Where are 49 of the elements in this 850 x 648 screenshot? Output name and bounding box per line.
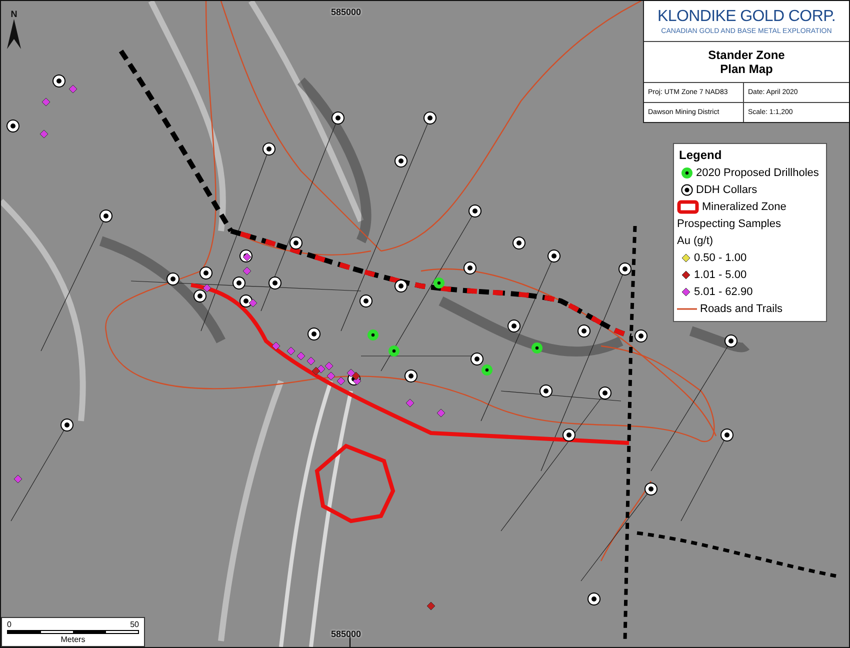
sample-marker	[14, 474, 22, 484]
sample-marker	[426, 602, 436, 610]
sample-marker	[202, 284, 212, 292]
sample-marker	[248, 298, 258, 308]
legend-label: Roads and Trails	[700, 303, 783, 315]
grid-coordinate-label: 585000	[331, 629, 362, 639]
legend-label: 5.01 - 62.90	[694, 286, 753, 298]
sample-marker	[272, 342, 280, 350]
sample-marker	[40, 130, 48, 138]
scale-start: 0	[7, 620, 12, 629]
sample-marker	[306, 356, 316, 366]
legend-title: Legend	[679, 148, 723, 162]
scale-unit: Meters	[60, 635, 86, 644]
sample-marker	[242, 252, 252, 262]
legend-label: DDH Collars	[696, 184, 758, 196]
zone-outline-icon	[677, 200, 699, 214]
map-title: Stander Zone	[708, 48, 785, 62]
road-line-icon	[677, 307, 697, 311]
sample-marker	[312, 366, 320, 376]
proposed-drillhole-marker	[434, 278, 444, 288]
legend-label: Prospecting Samples	[677, 218, 781, 230]
proposed-drillhole-icon	[681, 167, 693, 179]
grid-coordinate-label: 585000	[331, 7, 362, 17]
drill-collar-icon	[681, 184, 693, 196]
sample-marker	[436, 408, 446, 418]
proposed-drillhole-marker	[388, 346, 400, 356]
proposed-drillhole-marker	[368, 330, 378, 340]
sample-marker	[68, 84, 78, 94]
legend-label: Au (g/t)	[677, 235, 714, 247]
sample-marker	[42, 98, 50, 106]
proposed-drillhole-marker	[482, 364, 492, 376]
legend-label: 0.50 - 1.00	[694, 252, 747, 264]
proposed-drillhole-marker	[532, 342, 542, 354]
sample-marker	[242, 266, 252, 276]
north-label: N	[10, 9, 18, 19]
sample-marker	[352, 372, 360, 380]
sample-marker	[336, 376, 346, 386]
sample-marker	[286, 346, 296, 356]
sample-marker	[326, 372, 336, 380]
legend-label: Mineralized Zone	[702, 201, 786, 213]
sample-marker	[324, 362, 334, 370]
sample-marker	[346, 368, 356, 378]
legend-label: 2020 Proposed Drillholes	[696, 167, 819, 179]
legend-label: 1.01 - 5.00	[694, 269, 747, 281]
scale-end: 50	[130, 620, 139, 629]
map-title: Plan Map	[720, 62, 773, 76]
sample-marker	[296, 352, 306, 360]
sample-marker	[406, 398, 414, 408]
north-arrow-icon	[7, 19, 21, 49]
